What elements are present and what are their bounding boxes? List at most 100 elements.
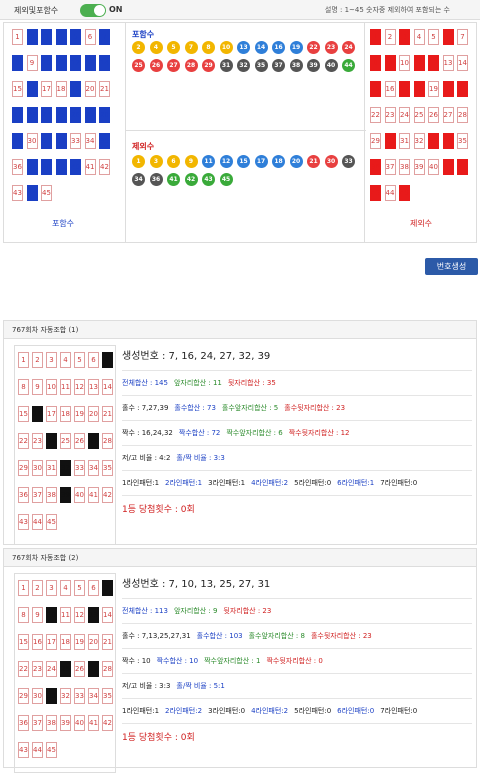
number-cell[interactable]: 37 bbox=[384, 159, 396, 175]
number-cell[interactable]: 8 bbox=[370, 55, 381, 71]
number-cell[interactable]: 25 bbox=[413, 107, 425, 123]
number-cell[interactable]: 19 bbox=[428, 81, 439, 97]
number-cell[interactable]: 3 bbox=[41, 29, 52, 45]
on-off-toggle[interactable] bbox=[80, 4, 106, 17]
number-cell[interactable]: 10 bbox=[399, 55, 410, 71]
number-cell[interactable]: 29 bbox=[370, 133, 381, 149]
number-cell[interactable]: 43 bbox=[12, 185, 23, 201]
number-cell[interactable]: 22 bbox=[370, 107, 381, 123]
number-cell[interactable]: 17 bbox=[41, 81, 52, 97]
number-cell[interactable]: 34 bbox=[442, 133, 454, 149]
number-ball: 23 bbox=[324, 41, 338, 54]
number-cell[interactable]: 4 bbox=[55, 29, 67, 45]
number-cell[interactable]: 15 bbox=[12, 81, 23, 97]
number-cell[interactable]: 21 bbox=[457, 81, 468, 97]
number-cell[interactable]: 14 bbox=[99, 55, 110, 71]
number-cell[interactable]: 34 bbox=[84, 133, 96, 149]
number-cell[interactable]: 5 bbox=[428, 29, 439, 45]
number-cell[interactable]: 30 bbox=[384, 133, 396, 149]
number-cell[interactable]: 31 bbox=[399, 133, 410, 149]
number-cell[interactable]: 33 bbox=[428, 133, 439, 149]
number-cell[interactable]: 11 bbox=[55, 55, 67, 71]
number-cell[interactable]: 23 bbox=[384, 107, 396, 123]
number-cell[interactable]: 6 bbox=[442, 29, 454, 45]
number-cell[interactable]: 1 bbox=[12, 29, 23, 45]
number-cell[interactable]: 13 bbox=[442, 55, 454, 71]
number-cell[interactable]: 11 bbox=[413, 55, 425, 71]
combo-number-cell: 22 bbox=[18, 661, 29, 677]
number-cell[interactable]: 42 bbox=[99, 159, 110, 175]
number-cell[interactable]: 35 bbox=[457, 133, 468, 149]
number-cell[interactable]: 41 bbox=[442, 159, 454, 175]
number-cell[interactable]: 12 bbox=[428, 55, 439, 71]
number-cell[interactable]: 40 bbox=[70, 159, 81, 175]
number-cell[interactable]: 5 bbox=[70, 29, 81, 45]
number-cell[interactable]: 42 bbox=[457, 159, 468, 175]
number-cell[interactable]: 32 bbox=[55, 133, 67, 149]
number-cell[interactable]: 21 bbox=[99, 81, 110, 97]
number-cell[interactable]: 27 bbox=[84, 107, 96, 123]
generate-numbers-button[interactable]: 번호생성 bbox=[425, 258, 478, 275]
number-cell[interactable]: 45 bbox=[399, 185, 410, 201]
number-cell[interactable]: 2 bbox=[384, 29, 396, 45]
number-cell[interactable]: 39 bbox=[413, 159, 425, 175]
number-cell[interactable]: 1 bbox=[370, 29, 381, 45]
number-cell[interactable]: 44 bbox=[26, 185, 38, 201]
combo-number-cell: 26 bbox=[74, 433, 85, 449]
number-cell[interactable]: 4 bbox=[413, 29, 425, 45]
number-cell[interactable]: 12 bbox=[70, 55, 81, 71]
number-cell[interactable]: 16 bbox=[384, 81, 396, 97]
line-pattern: 4라인패턴:2 bbox=[251, 479, 289, 487]
number-cell[interactable]: 7 bbox=[457, 29, 468, 45]
number-cell[interactable]: 29 bbox=[12, 133, 23, 149]
number-cell[interactable]: 39 bbox=[55, 159, 67, 175]
number-cell[interactable]: 36 bbox=[12, 159, 23, 175]
number-cell[interactable]: 35 bbox=[99, 133, 110, 149]
number-cell[interactable]: 24 bbox=[399, 107, 410, 123]
number-cell[interactable]: 31 bbox=[41, 133, 52, 149]
number-cell[interactable]: 26 bbox=[428, 107, 439, 123]
number-cell[interactable]: 26 bbox=[70, 107, 81, 123]
number-cell[interactable]: 18 bbox=[55, 81, 67, 97]
number-cell[interactable]: 43 bbox=[370, 185, 381, 201]
number-cell[interactable]: 16 bbox=[26, 81, 38, 97]
number-ball: 15 bbox=[237, 155, 250, 168]
number-cell[interactable]: 28 bbox=[457, 107, 468, 123]
number-cell[interactable]: 36 bbox=[370, 159, 381, 175]
number-cell[interactable]: 13 bbox=[84, 55, 96, 71]
number-cell[interactable]: 40 bbox=[428, 159, 439, 175]
number-cell[interactable]: 19 bbox=[70, 81, 81, 97]
combo-number-cell: 7 bbox=[102, 580, 113, 596]
number-cell[interactable]: 38 bbox=[399, 159, 410, 175]
combo-number-cell: 26 bbox=[74, 661, 85, 677]
number-cell[interactable]: 24 bbox=[41, 107, 52, 123]
number-cell[interactable]: 9 bbox=[384, 55, 396, 71]
number-cell[interactable]: 44 bbox=[384, 185, 396, 201]
number-cell[interactable]: 23 bbox=[26, 107, 38, 123]
number-cell[interactable]: 30 bbox=[26, 133, 38, 149]
number-cell[interactable]: 32 bbox=[413, 133, 425, 149]
number-cell[interactable]: 9 bbox=[26, 55, 38, 71]
number-cell[interactable]: 8 bbox=[12, 55, 23, 71]
number-cell[interactable]: 3 bbox=[399, 29, 410, 45]
number-cell[interactable]: 20 bbox=[84, 81, 96, 97]
number-cell[interactable]: 28 bbox=[99, 107, 110, 123]
number-cell[interactable]: 15 bbox=[370, 81, 381, 97]
number-cell[interactable]: 2 bbox=[26, 29, 38, 45]
number-cell[interactable]: 22 bbox=[12, 107, 23, 123]
number-cell[interactable]: 10 bbox=[41, 55, 52, 71]
number-cell[interactable]: 14 bbox=[457, 55, 468, 71]
number-cell[interactable]: 38 bbox=[41, 159, 52, 175]
number-cell[interactable]: 18 bbox=[413, 81, 425, 97]
line-pattern: 1라인패턴:1 bbox=[122, 479, 160, 487]
number-cell[interactable]: 17 bbox=[399, 81, 410, 97]
number-cell[interactable]: 7 bbox=[99, 29, 110, 45]
number-cell[interactable]: 20 bbox=[442, 81, 454, 97]
number-cell[interactable]: 25 bbox=[55, 107, 67, 123]
number-cell[interactable]: 45 bbox=[41, 185, 52, 201]
number-cell[interactable]: 37 bbox=[26, 159, 38, 175]
number-cell[interactable]: 6 bbox=[84, 29, 96, 45]
number-cell[interactable]: 27 bbox=[442, 107, 454, 123]
number-cell[interactable]: 41 bbox=[84, 159, 96, 175]
number-cell[interactable]: 33 bbox=[70, 133, 81, 149]
